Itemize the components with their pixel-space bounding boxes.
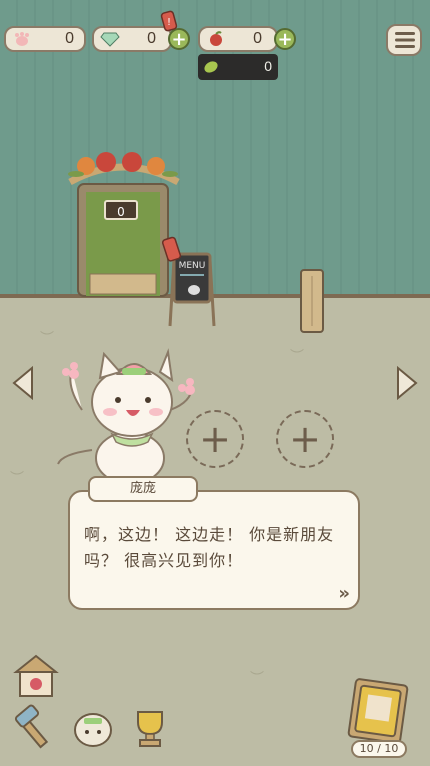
dialog-speaker-name: 庞庞 (88, 476, 198, 502)
dialog-next-icon[interactable]: » (338, 583, 350, 604)
dialog-text: 啊，这边！ 这边走！ 你是新朋友吗？ 很高兴见到你！ (84, 525, 335, 570)
leaf-count: 0 (264, 58, 272, 74)
menu-board-title: MENU (179, 261, 206, 271)
floor-texture: ︶ (40, 331, 54, 347)
leaf-currency-panel: 0 (198, 54, 278, 80)
card-album-icon[interactable] (346, 678, 412, 744)
apple-icon (210, 31, 222, 46)
cat-house-icon[interactable] (12, 652, 60, 700)
add-cat-slot[interactable]: + (186, 410, 244, 468)
cat-character[interactable] (52, 346, 202, 482)
menu-icon (395, 32, 415, 48)
arrow-left-icon[interactable] (12, 366, 34, 400)
apple-count: 0 (253, 30, 262, 47)
svg-text:!: ! (167, 17, 171, 28)
leaf-icon (204, 61, 218, 73)
paw-icon (15, 32, 29, 46)
trophy-icon[interactable] (128, 706, 172, 750)
card-count-badge: 10 / 10 (351, 740, 407, 758)
add-apples-button[interactable]: + (274, 28, 296, 50)
hammer-build-icon[interactable] (12, 704, 58, 750)
floor-texture: ︶ (10, 471, 24, 487)
arrow-right-icon[interactable] (396, 366, 418, 400)
floor-texture: ︶ (290, 349, 304, 365)
floor-texture: ︶ (250, 671, 264, 687)
dialog-box[interactable]: 啊，这边！ 这边走！ 你是新朋友吗？ 很高兴见到你！ » (68, 490, 360, 610)
door-visitor-count: 0 (104, 200, 138, 220)
paw-currency-counter: 0 (4, 26, 86, 52)
cat-collection-icon[interactable] (70, 704, 116, 750)
shop-door[interactable] (66, 148, 182, 298)
apple-currency-counter: 0 (198, 26, 278, 52)
alert-tag-icon (162, 236, 182, 262)
main-menu-button[interactable] (386, 24, 422, 56)
paw-count: 0 (65, 30, 74, 47)
wooden-post (300, 269, 324, 333)
add-cat-slot[interactable]: + (276, 410, 334, 468)
alert-tag-icon: ! (160, 10, 178, 32)
gem-icon (100, 32, 120, 47)
gem-count: 0 (147, 30, 156, 47)
